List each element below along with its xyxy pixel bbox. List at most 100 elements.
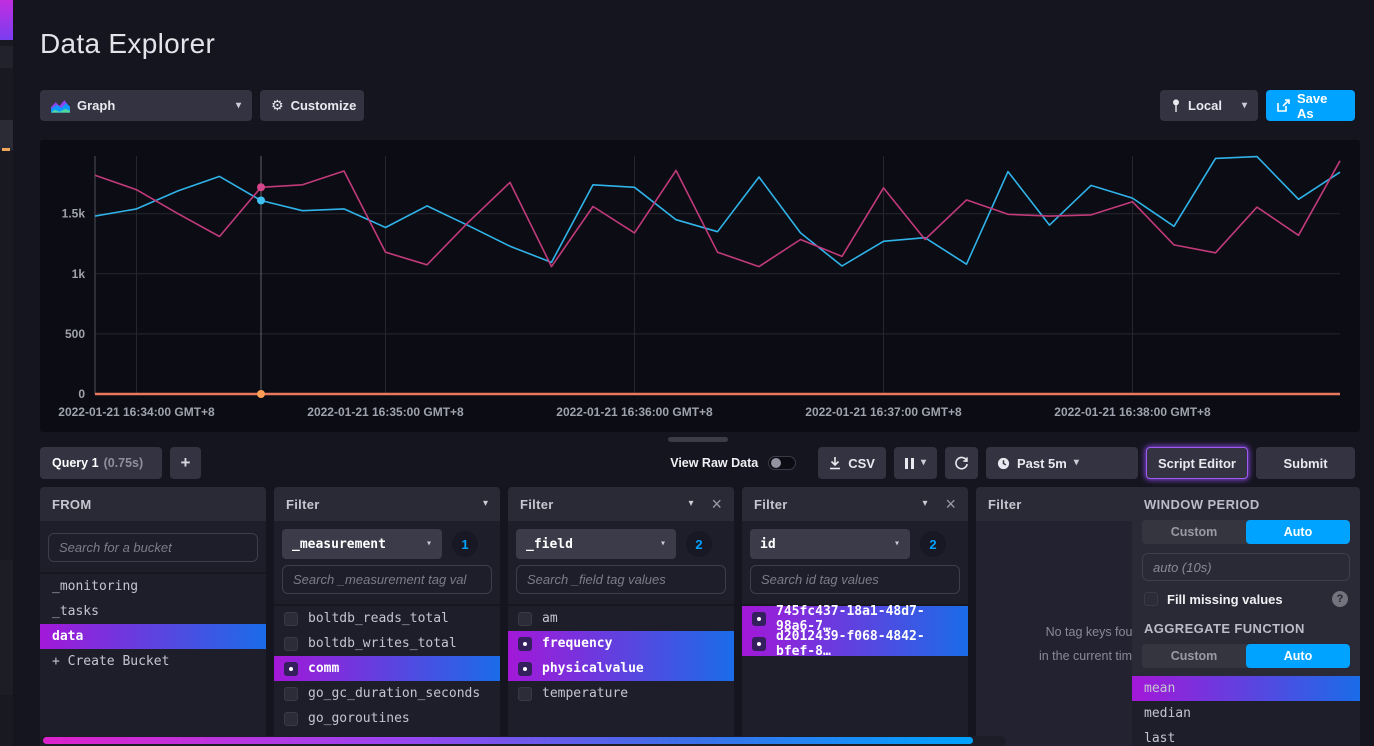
chevron-down-icon[interactable]: ▾ [922,499,927,509]
tag-value-label: frequency [542,636,612,651]
refresh-button[interactable] [945,447,978,479]
window-period-input[interactable] [1142,553,1350,581]
hover-point-orange [257,390,265,398]
chart-scroll-handle[interactable] [668,437,728,442]
toggle-knob [771,458,781,468]
tag-value-search-input[interactable] [516,565,726,594]
csv-download-button[interactable]: CSV [818,447,886,479]
aggregate-custom-option[interactable]: Custom [1142,644,1246,668]
fill-missing-row: Fill missing values ? [1144,591,1348,607]
tag-value-search-input[interactable] [750,565,960,594]
tag-value-item[interactable]: boltdb_writes_total [274,631,500,656]
chevron-down-icon[interactable]: ▾ [688,499,693,509]
submit-label: Submit [1283,456,1327,471]
hover-point-blue [257,196,265,204]
tag-key-dropdown-measurement[interactable]: _measurement ▾ [282,529,442,559]
aggregate-function-mean[interactable]: mean [1132,676,1360,701]
tag-value-item[interactable]: go_gc_duration_seconds [274,681,500,706]
tag-value-item[interactable]: go_goroutines [274,706,500,731]
checkbox[interactable] [284,612,298,626]
tag-value-label: d2012439-f068-4842-bfef-8… [776,629,958,659]
horizontal-scrollbar-thumb[interactable] [43,737,973,744]
nav-item[interactable] [0,560,13,695]
aggregate-toggle: Custom Auto [1142,644,1350,668]
window-aggregate-panel: WINDOW PERIOD Custom Auto Fill missing v… [1132,487,1360,746]
visualization-type-label: Graph [77,98,115,113]
pin-icon [1171,99,1181,113]
y-axis-tick-label: 500 [65,327,85,341]
aggregate-function-last[interactable]: last [1132,726,1360,746]
influxdb-logo[interactable] [0,0,13,40]
bucket-search-input[interactable] [48,533,258,562]
time-range-label: Past 5m [1017,456,1067,471]
aggregate-function-header: AGGREGATE FUNCTION [1132,611,1360,642]
checkbox[interactable] [752,612,766,626]
bucket-item-_monitoring[interactable]: _monitoring [40,574,266,599]
pause-button[interactable]: ▾ [894,447,937,479]
tag-value-label: physicalvalue [542,661,644,676]
bucket-item-data[interactable]: data [40,624,266,649]
visualization-type-dropdown[interactable]: Graph ▾ [40,90,252,121]
window-custom-option[interactable]: Custom [1142,520,1246,544]
checkbox[interactable] [284,687,298,701]
from-card-header: FROM [40,487,266,521]
checkbox[interactable] [518,662,532,676]
tag-value-item[interactable]: comm [274,656,500,681]
query-tab-1[interactable]: Query 1 (0.75s) [40,447,162,479]
checkbox[interactable] [284,637,298,651]
customize-label: Customize [291,98,357,113]
tag-value-item[interactable]: frequency [508,631,734,656]
script-editor-button[interactable]: Script Editor [1146,447,1248,479]
chevron-down-icon: ▾ [894,539,900,549]
tag-key-dropdown-id[interactable]: id ▾ [750,529,910,559]
bucket-list: _monitoring_tasksdata [40,574,266,649]
close-icon[interactable]: × [711,495,722,513]
view-raw-data-toggle[interactable] [768,456,796,470]
chevron-down-icon: ▾ [1074,458,1079,468]
nav-item[interactable] [0,46,13,68]
checkbox[interactable] [518,612,532,626]
nav-item[interactable] [0,120,13,150]
nav-sidebar-sliver[interactable] [0,0,13,746]
nav-notification-mark [2,148,10,151]
pause-icon [905,458,914,469]
filter-card-title: Filter [520,497,554,512]
chart-svg: 05001k1.5k2022-01-21 16:34:00 GMT+82022-… [40,140,1360,432]
tag-key-dropdown-field[interactable]: _field ▾ [516,529,676,559]
checkbox[interactable] [284,662,298,676]
submit-button[interactable]: Submit [1256,447,1355,479]
tag-value-search-input[interactable] [282,565,492,594]
y-axis-tick-label: 0 [78,387,85,401]
y-axis-tick-label: 1k [72,267,86,281]
add-query-button[interactable]: + [170,447,201,479]
bucket-item-_tasks[interactable]: _tasks [40,599,266,624]
save-as-button[interactable]: Save As [1266,90,1355,121]
window-auto-option[interactable]: Auto [1246,520,1350,544]
location-dropdown[interactable]: Local ▾ [1160,90,1258,121]
filter-card-title: Filter [988,497,1022,512]
window-period-toggle: Custom Auto [1142,520,1350,544]
tag-value-item[interactable]: physicalvalue [508,656,734,681]
aggregate-auto-option[interactable]: Auto [1246,644,1350,668]
tag-value-item[interactable]: am [508,606,734,631]
tag-value-item[interactable]: d2012439-f068-4842-bfef-8… [742,631,968,656]
chevron-down-icon: ▾ [921,458,926,468]
checkbox[interactable] [284,712,298,726]
help-icon[interactable]: ? [1332,591,1348,607]
time-series-chart[interactable]: 05001k1.5k2022-01-21 16:34:00 GMT+82022-… [40,140,1360,432]
tag-value-item[interactable]: temperature [508,681,734,706]
fill-missing-checkbox[interactable] [1144,592,1158,606]
checkbox[interactable] [518,687,532,701]
create-bucket-button[interactable]: + Create Bucket [40,649,266,674]
close-icon[interactable]: × [945,495,956,513]
query-duration: (0.75s) [104,456,144,470]
tag-value-item[interactable]: 745fc437-18a1-48d7-98a6-7… [742,606,968,631]
checkbox[interactable] [518,637,532,651]
chevron-down-icon[interactable]: ▾ [483,499,488,509]
time-range-dropdown[interactable]: Past 5m ▾ [986,447,1138,479]
aggregate-function-median[interactable]: median [1132,701,1360,726]
tag-value-item[interactable]: boltdb_reads_total [274,606,500,631]
checkbox[interactable] [752,637,766,651]
tag-value-list: am frequency physicalvalue temperature [508,606,734,706]
customize-button[interactable]: ⚙ Customize [260,90,364,121]
